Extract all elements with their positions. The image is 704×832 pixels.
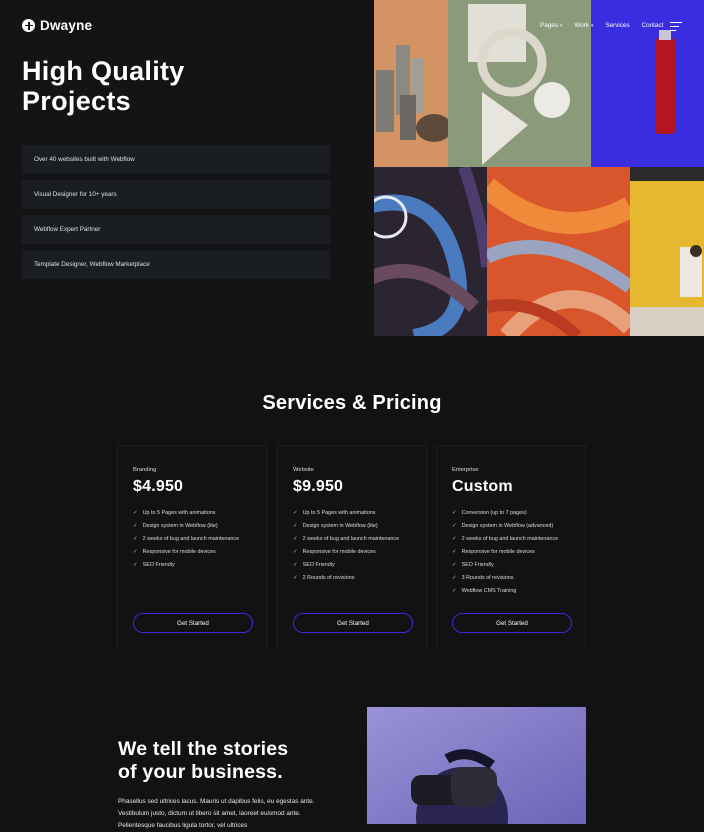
nav-item-work[interactable]: Work ▾ xyxy=(574,22,593,29)
project-image-flow[interactable] xyxy=(487,167,630,336)
project-image-studio[interactable] xyxy=(630,167,704,336)
plan-feature: ✓ Design system in Webflow (lite) xyxy=(293,521,399,534)
check-icon: ✓ xyxy=(293,562,298,568)
brand-logo[interactable]: Dwayne xyxy=(22,18,92,33)
check-icon: ✓ xyxy=(293,536,298,542)
get-started-button[interactable]: Get Started xyxy=(133,613,253,633)
feature-item: Over 40 websites built with Webflow xyxy=(22,145,330,174)
plan-feature: ✓ SEO Friendly xyxy=(133,560,239,573)
get-started-button[interactable]: Get Started xyxy=(293,613,413,633)
get-started-button[interactable]: Get Started xyxy=(452,613,572,633)
story-title: We tell the stories of your business. xyxy=(118,738,289,783)
nav-item-label: Contact xyxy=(641,22,664,29)
plan-feature: ✓ Webflow CMS Training xyxy=(452,586,558,599)
feature-item: Webflow Expert Partner xyxy=(22,215,330,244)
nav-item-pages[interactable]: Pages ▾ xyxy=(540,22,562,29)
feature-list: Over 40 websites built with Webflow Visu… xyxy=(22,145,330,285)
plan-feature: ✓ 3 Rounds of revisions xyxy=(452,573,558,586)
hero-section: Dwayne High Quality Projects Over 40 web… xyxy=(0,0,704,336)
project-image-stones[interactable] xyxy=(374,0,448,167)
pricing-card-branding: Branding $4.950 ✓ Up to 5 Pages with anim… xyxy=(117,445,267,650)
plan-price: Custom xyxy=(452,478,513,495)
story-text: Phasellus sed ultrices lacus. Mauris ut … xyxy=(118,798,315,829)
plan-feature: ✓ Design system in Webflow (advanced) xyxy=(452,521,558,534)
plan-price: $4.950 xyxy=(133,478,184,495)
check-icon: ✓ xyxy=(293,575,298,581)
plan-feature: ✓ Responsive for mobile devices xyxy=(293,547,399,560)
plan-feature: ✓ SEO Friendly xyxy=(293,560,399,573)
pricing-card-website: Website $9.950 ✓ Up to 5 Pages with anima… xyxy=(277,445,427,650)
nav-item-contact[interactable]: Contact xyxy=(642,22,664,29)
check-icon: ✓ xyxy=(133,562,138,568)
plan-feature: ✓ Responsive for mobile devices xyxy=(452,547,558,560)
check-icon: ✓ xyxy=(293,510,298,516)
plus-circle-icon xyxy=(22,19,35,32)
hamburger-menu-icon[interactable] xyxy=(670,22,682,32)
plan-feature: ✓ 2 weeks of bug and launch maintenance xyxy=(452,534,558,547)
plan-category: Branding xyxy=(133,467,157,473)
check-icon: ✓ xyxy=(293,523,298,529)
plan-feature: ✓ Up to 5 Pages with animations xyxy=(133,508,239,521)
check-icon: ✓ xyxy=(133,549,138,555)
nav-item-label: Services xyxy=(605,22,630,29)
check-icon: ✓ xyxy=(133,510,138,516)
plan-feature: ✓ 2 weeks of bug and launch maintenance xyxy=(293,534,399,547)
chevron-down-icon: ▾ xyxy=(559,22,563,29)
plan-price: $9.950 xyxy=(293,478,344,495)
nav-item-label: Work xyxy=(574,22,589,29)
plan-feature-list: ✓ Conversion (up to 7 pages) ✓ Design syst… xyxy=(452,508,558,599)
check-icon: ✓ xyxy=(452,523,457,529)
pricing-title: Services & Pricing xyxy=(262,392,442,414)
nav-item-services[interactable]: Services xyxy=(605,22,629,29)
check-icon: ✓ xyxy=(452,575,457,581)
check-icon: ✓ xyxy=(133,523,138,529)
plan-feature-list: ✓ Up to 5 Pages with animations ✓ Design s… xyxy=(293,508,399,586)
plan-feature: ✓ 2 Rounds of revisions xyxy=(293,573,399,586)
story-image-vr xyxy=(367,707,586,824)
check-icon: ✓ xyxy=(133,536,138,542)
brand-name: Dwayne xyxy=(40,18,93,33)
plan-feature: ✓ 2 weeks of bug and launch maintenance xyxy=(133,534,239,547)
chevron-down-icon: ▾ xyxy=(590,22,594,29)
check-icon: ✓ xyxy=(452,562,457,568)
feature-item: Template Designer, Webflow Marketplace xyxy=(22,250,330,279)
plan-category: Website xyxy=(293,467,314,473)
nav-item-label: Pages xyxy=(540,22,558,29)
plan-feature: ✓ Conversion (up to 7 pages) xyxy=(452,508,558,521)
plan-feature: ✓ Up to 5 Pages with animations xyxy=(293,508,399,521)
plan-feature-list: ✓ Up to 5 Pages with animations ✓ Design s… xyxy=(133,508,239,573)
hero-title: High Quality Projects xyxy=(22,56,185,116)
feature-item: Visual Designer for 10+ years xyxy=(22,180,330,209)
project-gallery xyxy=(374,0,704,336)
check-icon: ✓ xyxy=(452,549,457,555)
check-icon: ✓ xyxy=(293,549,298,555)
plan-feature: ✓ Responsive for mobile devices xyxy=(133,547,239,560)
main-nav: Pages ▾ Work ▾ Services Contact xyxy=(540,22,663,29)
check-icon: ✓ xyxy=(452,510,457,516)
check-icon: ✓ xyxy=(452,536,457,542)
plan-feature: ✓ Design system in Webflow (lite) xyxy=(133,521,239,534)
plan-category: Enterprise xyxy=(452,467,479,473)
project-image-swirl[interactable] xyxy=(374,167,487,336)
pricing-card-enterprise: Enterprise Custom ✓ Conversion (up to 7 p… xyxy=(436,445,586,650)
check-icon: ✓ xyxy=(452,588,457,594)
plan-feature: ✓ SEO Friendly xyxy=(452,560,558,573)
